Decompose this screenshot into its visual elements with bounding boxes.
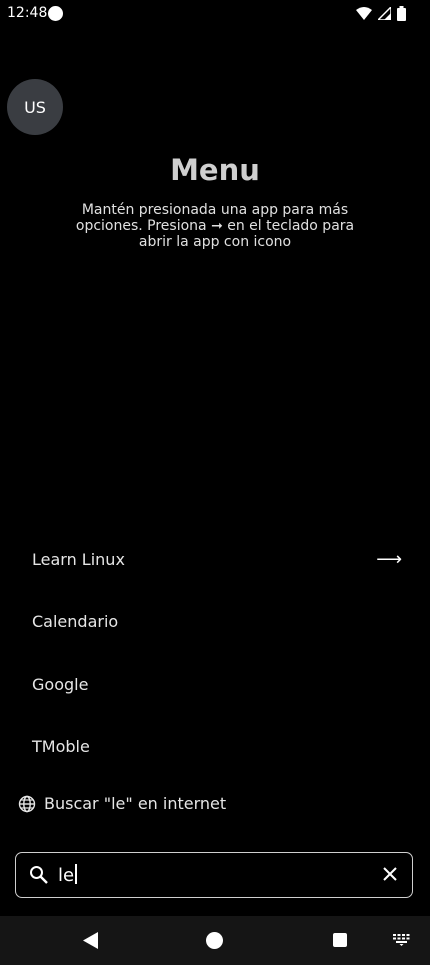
close-icon[interactable]	[382, 866, 398, 882]
page-title: Menu	[170, 153, 260, 187]
notification-dot-icon	[48, 6, 63, 21]
app-item-google[interactable]: Google	[32, 670, 412, 700]
battery-icon	[397, 6, 406, 21]
search-icon	[30, 866, 48, 884]
recents-icon[interactable]	[333, 933, 347, 947]
web-search-item[interactable]: Buscar "le" en internet	[18, 794, 226, 813]
avatar-initials: US	[24, 97, 46, 117]
status-time: 12:48	[7, 5, 48, 21]
back-icon[interactable]	[83, 932, 98, 949]
avatar[interactable]: US	[7, 79, 63, 135]
app-label: Calendario	[32, 612, 119, 631]
navigation-bar	[0, 916, 430, 965]
search-box[interactable]: le	[15, 852, 413, 898]
search-input[interactable]: le	[58, 864, 368, 888]
app-item-calendario[interactable]: Calendario	[32, 607, 412, 637]
status-icons	[356, 6, 406, 21]
text-caret	[75, 864, 77, 884]
search-value: le	[58, 865, 75, 886]
signal-icon	[378, 7, 391, 20]
open-arrow-icon[interactable]: ⟶	[376, 545, 402, 575]
wifi-icon	[356, 6, 372, 20]
app-item-tmoble[interactable]: TMoble	[32, 732, 412, 762]
app-label: TMoble	[32, 737, 90, 756]
home-icon[interactable]	[206, 932, 223, 949]
app-label: Google	[32, 675, 89, 694]
keyboard-icon[interactable]	[393, 934, 410, 946]
web-search-label: Buscar "le" en internet	[44, 794, 227, 813]
app-item-learn-linux[interactable]: Learn Linux ⟶	[32, 545, 412, 575]
status-bar: 12:48	[0, 0, 430, 28]
globe-icon	[18, 795, 36, 812]
app-label: Learn Linux	[32, 550, 125, 569]
page-subtitle: Mantén presionada una app para más opcio…	[75, 202, 355, 250]
